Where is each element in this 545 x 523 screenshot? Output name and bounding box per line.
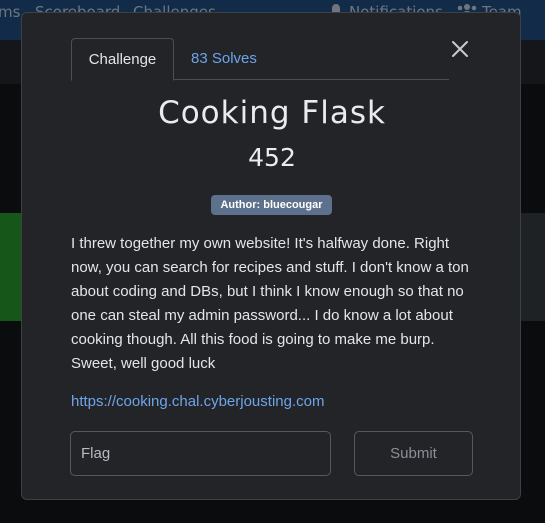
challenge-link[interactable]: https://cooking.chal.cyberjousting.com [71, 393, 324, 410]
challenge-title: Cooking Flask [158, 95, 386, 131]
challenge-modal: Challenge 83 Solves Cooking Flask 452 Au… [21, 12, 521, 500]
submit-button[interactable]: Submit [354, 431, 473, 476]
close-icon[interactable] [449, 38, 471, 60]
challenge-points: 452 [248, 143, 296, 172]
tab-solves[interactable]: 83 Solves [191, 38, 257, 80]
tab-challenge[interactable]: Challenge [71, 38, 174, 81]
modal-tabs: Challenge 83 Solves [71, 38, 449, 81]
challenge-description: I threw together my own website! It's ha… [71, 235, 469, 372]
author-badge: Author: bluecougar [211, 195, 332, 215]
flag-input[interactable] [70, 431, 331, 476]
